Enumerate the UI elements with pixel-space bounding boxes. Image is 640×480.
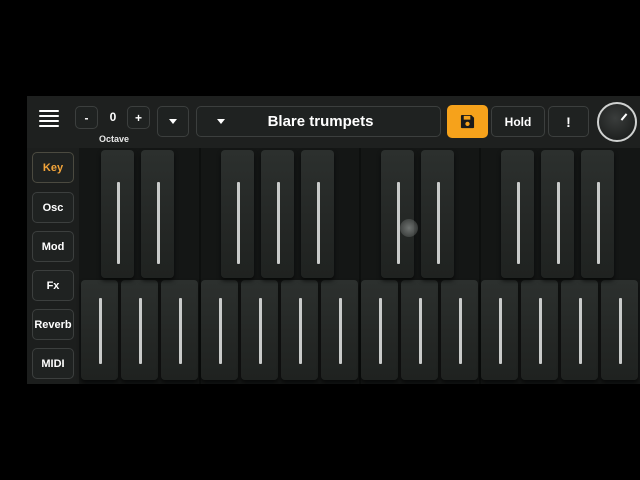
hamburger-menu-icon[interactable] (39, 110, 59, 130)
sidebar-item-reverb[interactable]: Reverb (32, 309, 74, 340)
white-key[interactable] (401, 280, 438, 380)
white-key[interactable] (521, 280, 558, 380)
key-bar (378, 298, 382, 364)
key-bar (98, 298, 102, 364)
white-key[interactable] (601, 280, 638, 380)
key-bar (418, 298, 422, 364)
black-key[interactable] (501, 150, 534, 278)
key-bar (138, 298, 142, 364)
chevron-down-icon (169, 119, 177, 124)
octave-value: 0 (109, 110, 117, 124)
key-bar (338, 298, 342, 364)
octave-up-button[interactable]: + (127, 106, 150, 129)
key-bar (458, 298, 462, 364)
alert-button[interactable]: ! (548, 106, 589, 137)
key-bar (258, 298, 262, 364)
sidebar-item-midi[interactable]: MIDI (32, 348, 74, 379)
white-key[interactable] (481, 280, 518, 380)
key-bar (396, 182, 400, 264)
key-bar (596, 182, 600, 264)
key-bar (556, 182, 560, 264)
sidebar-item-mod[interactable]: Mod (32, 231, 74, 262)
sidebar-item-fx[interactable]: Fx (32, 270, 74, 301)
synth-app: - 0 + Octave Blare trumpets Hold ! Key O… (27, 96, 640, 384)
top-bar: - 0 + Octave Blare trumpets Hold ! (27, 96, 640, 148)
white-key[interactable] (81, 280, 118, 380)
key-bar (578, 298, 582, 364)
white-key[interactable] (441, 280, 478, 380)
touch-indicator (400, 219, 418, 237)
octave-down-button[interactable]: - (75, 106, 98, 129)
sidebar-item-osc[interactable]: Osc (32, 192, 74, 223)
black-key[interactable] (381, 150, 414, 278)
key-bar (276, 182, 280, 264)
white-key[interactable] (121, 280, 158, 380)
black-key[interactable] (261, 150, 294, 278)
key-bar (116, 182, 120, 264)
key-bar (218, 298, 222, 364)
key-bar (436, 182, 440, 264)
save-button[interactable] (447, 105, 488, 138)
sidebar-item-key[interactable]: Key (32, 152, 74, 183)
white-key[interactable] (561, 280, 598, 380)
key-bar (156, 182, 160, 264)
preset-dropdown-button[interactable] (157, 106, 189, 137)
key-bar (236, 182, 240, 264)
black-key[interactable] (221, 150, 254, 278)
volume-knob-icon[interactable] (597, 102, 637, 142)
key-bar (316, 182, 320, 264)
white-key[interactable] (361, 280, 398, 380)
black-key[interactable] (581, 150, 614, 278)
hold-button[interactable]: Hold (491, 106, 545, 137)
knob-indicator (620, 113, 628, 121)
black-key[interactable] (101, 150, 134, 278)
white-key[interactable] (201, 280, 238, 380)
key-bar (498, 298, 502, 364)
piano-keyboard[interactable] (79, 148, 640, 384)
white-key[interactable] (281, 280, 318, 380)
preset-name: Blare trumpets (267, 113, 374, 130)
chevron-down-icon (217, 119, 225, 124)
white-key[interactable] (161, 280, 198, 380)
black-key[interactable] (301, 150, 334, 278)
save-icon (460, 114, 475, 129)
key-bar (538, 298, 542, 364)
key-bar (516, 182, 520, 264)
black-key[interactable] (141, 150, 174, 278)
white-key[interactable] (321, 280, 358, 380)
octave-label: Octave (98, 134, 130, 144)
key-bar (618, 298, 622, 364)
key-bar (298, 298, 302, 364)
black-key[interactable] (421, 150, 454, 278)
black-key[interactable] (541, 150, 574, 278)
white-key[interactable] (241, 280, 278, 380)
key-bar (178, 298, 182, 364)
preset-selector[interactable]: Blare trumpets (196, 106, 441, 137)
